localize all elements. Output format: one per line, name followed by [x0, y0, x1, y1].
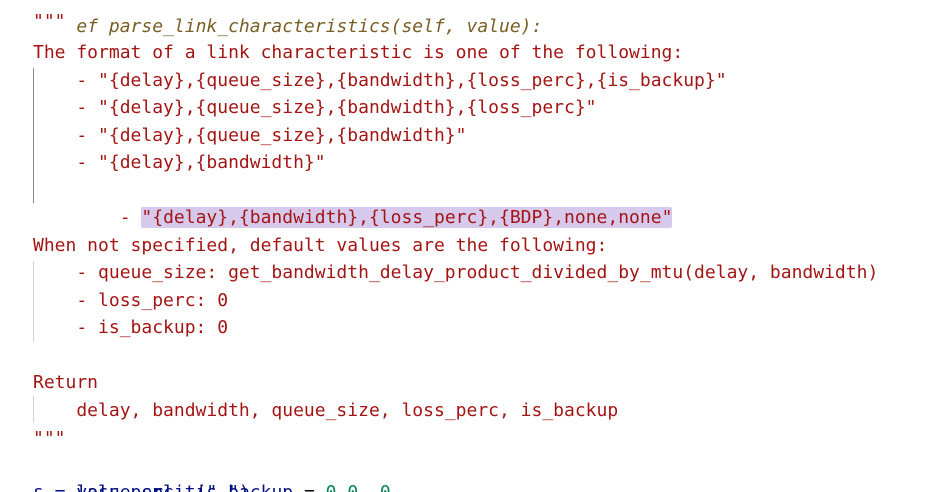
docstring-line-selected[interactable]: - "{delay},{bandwidth},{loss_perc},{BDP}…: [33, 177, 673, 228]
text-selection-highlight[interactable]: "{delay},{bandwidth},{loss_perc},{BDP},n…: [141, 207, 673, 228]
docstring-close-quotes[interactable]: """: [33, 425, 66, 452]
code-split-line-partial[interactable]: s = value.split(","): [33, 479, 250, 492]
docstring-line[interactable]: The format of a link characteristic is o…: [33, 39, 683, 66]
docstring-line[interactable]: delay, bandwidth, queue_size, loss_perc,…: [33, 397, 618, 424]
number-literal: 0: [380, 482, 391, 492]
docstring-line[interactable]: - queue_size: get_bandwidth_delay_produc…: [33, 259, 878, 286]
docstring-line[interactable]: - loss_perc: 0: [33, 287, 228, 314]
docstring-line[interactable]: - "{delay},{queue_size},{bandwidth},{los…: [33, 67, 726, 94]
assign-operator: =: [293, 482, 326, 492]
comma: ,: [358, 482, 380, 492]
docstring-line[interactable]: - "{delay},{queue_size},{bandwidth},{los…: [33, 94, 596, 121]
docstring-line[interactable]: Return: [33, 369, 98, 396]
docstring-open-quotes[interactable]: """: [33, 8, 66, 35]
docstring-line[interactable]: - "{delay},{bandwidth}": [33, 149, 325, 176]
docstring-line[interactable]: - "{delay},{queue_size},{bandwidth}": [33, 122, 466, 149]
function-definition-line[interactable]: ef parse_link_characteristics(self, valu…: [33, 0, 542, 37]
function-signature: ef parse_link_characteristics(self, valu…: [76, 16, 543, 37]
docstring-line[interactable]: - is_backup: 0: [33, 314, 228, 341]
code-assignment-line[interactable]: loss_perc, is_backup = 0.0, 0: [33, 452, 390, 492]
docstring-line[interactable]: When not specified, default values are t…: [33, 232, 607, 259]
number-literal: 0.0: [326, 482, 359, 492]
list-bullet: -: [76, 207, 142, 228]
code-editor[interactable]: ef parse_link_characteristics(self, valu…: [0, 0, 934, 492]
